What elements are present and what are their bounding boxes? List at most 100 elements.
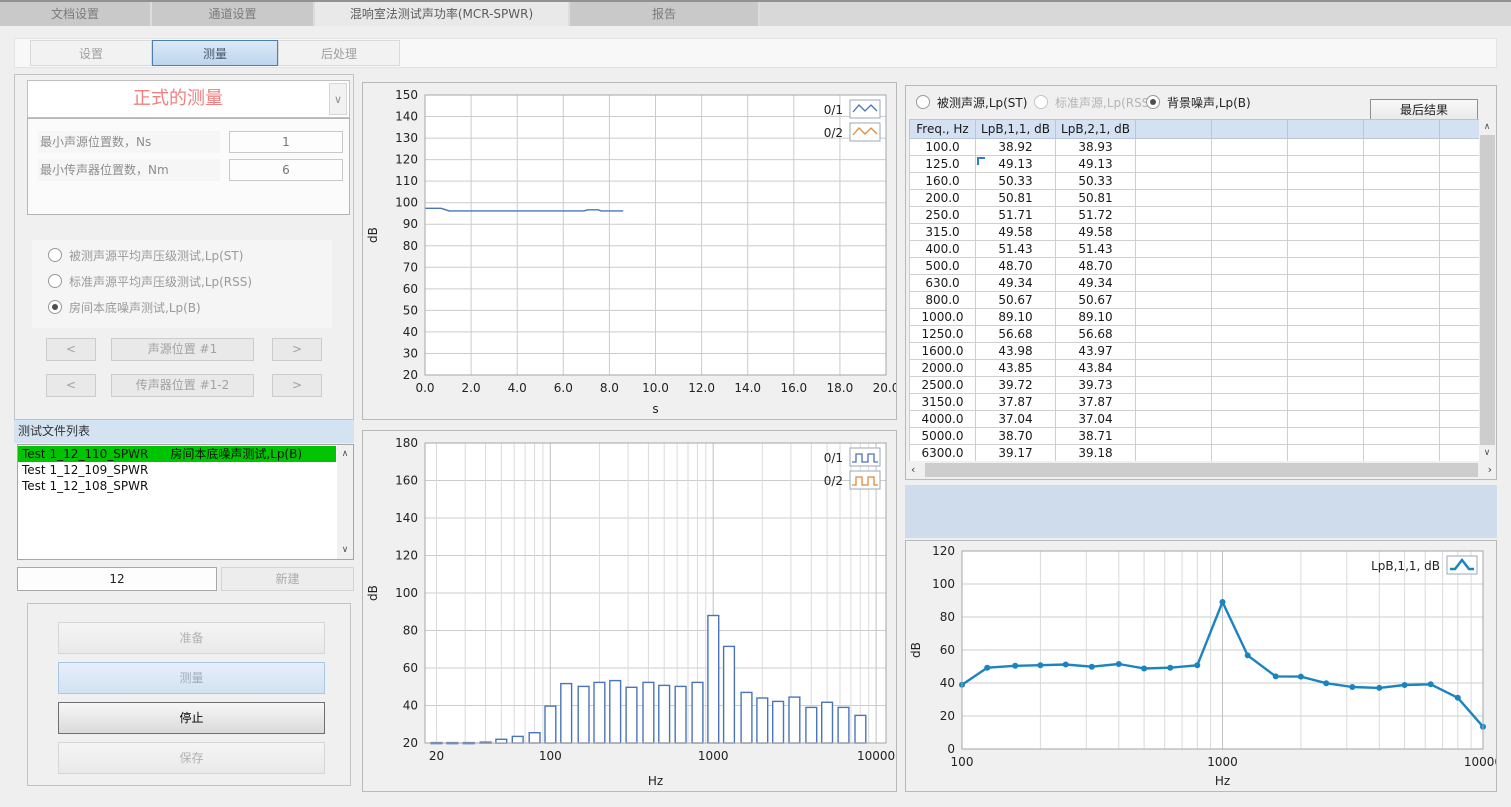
table-cell[interactable] [1212,292,1288,309]
table-cell[interactable] [1364,360,1440,377]
table-cell[interactable] [1288,445,1364,462]
table-row[interactable]: 2000.043.8543.84 [910,360,1480,377]
table-row[interactable]: 125.049.1349.13 [910,156,1480,173]
table-cell[interactable] [1288,326,1364,343]
table-cell[interactable]: 39.73 [1056,377,1136,394]
table-row[interactable]: 500.048.7048.70 [910,258,1480,275]
table-cell[interactable] [1212,156,1288,173]
table-cell[interactable] [1288,411,1364,428]
table-cell[interactable] [1364,224,1440,241]
subtab-measure[interactable]: 测量 [152,40,278,66]
table-cell[interactable] [1136,207,1212,224]
mic-position-prev-button[interactable]: < [46,374,96,397]
table-cell[interactable]: 43.97 [1056,343,1136,360]
table-cell[interactable] [1364,139,1440,156]
table-cell[interactable]: 51.43 [976,241,1056,258]
table-cell[interactable] [1440,292,1480,309]
scroll-down-icon[interactable]: ∨ [337,543,353,557]
table-cell[interactable] [1440,156,1480,173]
table-cell[interactable] [1288,309,1364,326]
table-cell[interactable]: 4000.0 [910,411,976,428]
table-cell[interactable]: 2500.0 [910,377,976,394]
result-radio-lp-rss[interactable]: 标准声源,Lp(RSS) [1034,95,1154,111]
table-cell[interactable]: 500.0 [910,258,976,275]
table-row[interactable]: 2500.039.7239.73 [910,377,1480,394]
table-cell[interactable]: 50.67 [976,292,1056,309]
last-result-button[interactable]: 最后结果 [1370,99,1478,121]
table-cell[interactable] [1288,139,1364,156]
vscroll-thumb[interactable] [1480,135,1495,445]
min-mic-positions-field[interactable]: 6 [229,159,343,181]
table-cell[interactable] [1212,394,1288,411]
table-cell[interactable] [1364,241,1440,258]
source-position-button[interactable]: 声源位置 #1 [111,338,254,361]
table-cell[interactable]: 1250.0 [910,326,976,343]
table-cell[interactable] [1136,156,1212,173]
measurement-mode-dropdown[interactable]: 正式的测量 ∨ [27,80,350,118]
table-cell[interactable]: 37.87 [976,394,1056,411]
table-cell[interactable] [1288,377,1364,394]
table-cell[interactable] [1364,173,1440,190]
scroll-right-icon[interactable]: › [1488,463,1492,476]
scroll-down-icon[interactable]: ∨ [1479,446,1495,460]
tab-mcr-spwr[interactable]: 混响室法测试声功率(MCR-SPWR) [315,2,570,26]
table-row[interactable]: 630.049.3449.34 [910,275,1480,292]
table-cell[interactable]: 160.0 [910,173,976,190]
table-cell[interactable] [1136,411,1212,428]
table-cell[interactable] [1212,326,1288,343]
table-row[interactable]: 315.049.5849.58 [910,224,1480,241]
mic-position-button[interactable]: 传声器位置 #1-2 [111,374,254,397]
table-cell[interactable] [1440,190,1480,207]
table-cell[interactable] [1212,207,1288,224]
hscroll-thumb[interactable] [925,463,1478,477]
result-radio-lp-b[interactable]: 背景噪声,Lp(B) [1146,95,1251,111]
table-cell[interactable] [1440,309,1480,326]
table-cell[interactable]: 3150.0 [910,394,976,411]
chevron-down-icon[interactable]: ∨ [329,83,347,115]
table-cell[interactable] [1288,241,1364,258]
scroll-up-icon[interactable]: ∧ [337,447,353,461]
table-cell[interactable] [1212,411,1288,428]
table-row[interactable]: 3150.037.8737.87 [910,394,1480,411]
table-cell[interactable]: 630.0 [910,275,976,292]
table-cell[interactable] [1136,377,1212,394]
stop-button[interactable]: 停止 [58,702,325,734]
table-cell[interactable]: 49.34 [976,275,1056,292]
table-cell[interactable]: 200.0 [910,190,976,207]
tab-channel-settings[interactable]: 通道设置 [152,2,315,26]
table-row[interactable]: 4000.037.0437.04 [910,411,1480,428]
source-position-next-button[interactable]: > [272,338,322,361]
table-cell[interactable] [1364,377,1440,394]
table-cell[interactable] [1136,275,1212,292]
subtab-setup[interactable]: 设置 [30,40,152,66]
table-cell[interactable] [1136,394,1212,411]
table-cell[interactable] [1364,394,1440,411]
table-cell[interactable]: 51.72 [1056,207,1136,224]
scroll-up-icon[interactable]: ∧ [1479,120,1495,134]
table-cell[interactable]: 49.13 [976,156,1056,173]
table-cell[interactable]: 43.85 [976,360,1056,377]
table-cell[interactable] [1364,445,1440,462]
table-cell[interactable] [1364,292,1440,309]
table-row[interactable]: 1250.056.6856.68 [910,326,1480,343]
subtab-postprocess[interactable]: 后处理 [278,40,400,66]
table-cell[interactable]: 89.10 [976,309,1056,326]
table-cell[interactable]: 800.0 [910,292,976,309]
table-cell[interactable] [1440,207,1480,224]
table-cell[interactable] [1136,360,1212,377]
table-cell[interactable] [1364,156,1440,173]
table-cell[interactable] [1136,326,1212,343]
table-cell[interactable] [1288,360,1364,377]
table-cell[interactable]: 49.34 [1056,275,1136,292]
table-row[interactable]: 800.050.6750.67 [910,292,1480,309]
min-source-positions-field[interactable]: 1 [229,131,343,153]
table-row[interactable]: 5000.038.7038.71 [910,428,1480,445]
radio-lp-st[interactable]: 被测声源平均声压级测试,Lp(ST) [48,248,243,264]
table-cell[interactable]: 50.33 [976,173,1056,190]
table-cell[interactable] [1136,292,1212,309]
table-cell[interactable] [1212,275,1288,292]
table-cell[interactable]: 38.93 [1056,139,1136,156]
table-cell[interactable]: 56.68 [1056,326,1136,343]
table-cell[interactable] [1212,343,1288,360]
table-cell[interactable]: 49.58 [1056,224,1136,241]
